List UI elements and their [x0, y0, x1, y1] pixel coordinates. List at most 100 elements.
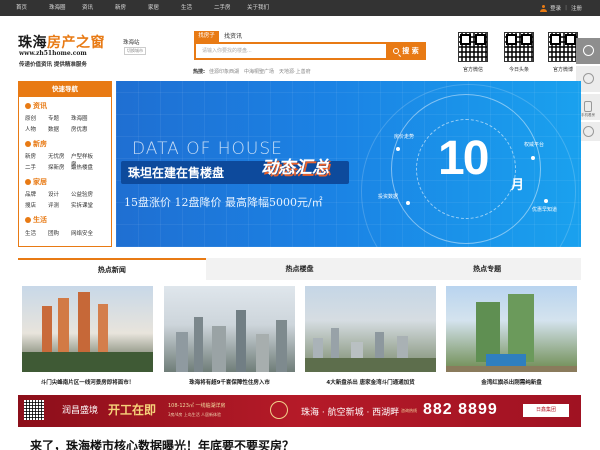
- search-icon: [393, 48, 400, 54]
- hot-term[interactable]: 天地源·上善府: [279, 68, 311, 75]
- city-switch-button[interactable]: 切换城市: [124, 47, 146, 55]
- quick-link[interactable]: 公益验房: [71, 190, 94, 198]
- top-nav-newhouse[interactable]: 新房: [115, 0, 148, 16]
- building-model: [98, 304, 108, 352]
- logo-text-b: 房产之窗: [47, 35, 105, 51]
- quick-link[interactable]: 房优惠: [71, 125, 94, 133]
- city-building: [256, 334, 269, 372]
- banner-node: [406, 201, 410, 205]
- quick-link[interactable]: 珠海圈: [71, 114, 94, 122]
- quick-link[interactable]: 最热楼盘: [71, 163, 94, 171]
- search-button[interactable]: 搜 索: [386, 42, 426, 60]
- hot-tabs: 热点新闻 热点楼盘 热点专题: [18, 258, 581, 280]
- tab-hot-properties[interactable]: 热点楼盘: [206, 258, 394, 280]
- city-building: [212, 326, 226, 372]
- quick-link[interactable]: 团购: [48, 229, 71, 237]
- qr-caption: 今日头条: [508, 67, 529, 73]
- logo-url: www.zh51home.com: [19, 50, 87, 57]
- quick-link[interactable]: 生活: [25, 229, 48, 237]
- quick-link[interactable]: 实拆课堂: [71, 201, 94, 209]
- building-model: [78, 292, 90, 352]
- news-caption[interactable]: 金湾红旗杀出刚需纯新盘: [442, 378, 581, 386]
- hero-banner[interactable]: DATA OF HOUSE 珠坦在建在售楼盘 动态汇总 15盘涨价 12盘降价 …: [116, 81, 581, 247]
- login-link[interactable]: 登录: [550, 4, 561, 12]
- bullet-icon: [25, 217, 31, 223]
- ad-qr-code: [24, 400, 44, 420]
- banner-month-number: 10: [438, 132, 489, 185]
- section-title: 资讯: [33, 102, 47, 110]
- top-nav-zhuhaiquan[interactable]: 珠海圈: [49, 0, 82, 16]
- construction-building: [476, 302, 500, 362]
- hot-term[interactable]: 佳源印象西湖: [209, 68, 239, 75]
- quick-link[interactable]: 设计: [48, 190, 71, 198]
- ad-brand: 润昌盛境: [62, 406, 99, 416]
- ad-phone-label: 咨询热线: [401, 408, 417, 413]
- city-building: [194, 317, 203, 372]
- hot-term[interactable]: 中海桐聖广场: [244, 68, 274, 75]
- top-nav-life[interactable]: 生活: [181, 0, 214, 16]
- news-image-4[interactable]: [446, 286, 577, 372]
- section-home-furnishing[interactable]: 家居: [25, 177, 47, 187]
- tab-hot-topics[interactable]: 热点专题: [393, 258, 581, 280]
- news-image-1[interactable]: [22, 286, 153, 372]
- news-caption[interactable]: 4大新盘杀出 唐家金湾斗门通通加货: [301, 378, 440, 386]
- link-row: 品牌 设计 公益验房: [25, 190, 94, 198]
- tab-hot-news[interactable]: 热点新闻: [18, 258, 206, 280]
- search-tab-house[interactable]: 找房子: [194, 31, 219, 42]
- ad-phone: 882 8899: [423, 401, 498, 418]
- quick-link[interactable]: 评测: [48, 201, 71, 209]
- news-image-3[interactable]: [305, 286, 436, 372]
- top-nav-home[interactable]: 首页: [16, 0, 49, 16]
- link-row: 原创 专题 珠海圈: [25, 114, 94, 122]
- ad-banner[interactable]: 润昌盛境 开工在即 108-123㎡ 一线临湖洋房 3房/4房 上岛生活 人居新…: [18, 395, 581, 427]
- section-title: 新房: [33, 140, 47, 148]
- quick-link[interactable]: 二手: [25, 163, 48, 171]
- logo-text-a: 珠海: [18, 35, 47, 51]
- banner-label: 房价走势: [394, 134, 415, 140]
- hot-searches: 热搜: 佳源印象西湖 中海桐聖广场 天地源·上善府: [193, 68, 316, 75]
- news-caption[interactable]: 珠海将有超9千套保障性住房入市: [160, 378, 299, 386]
- quick-link[interactable]: 搜店: [25, 201, 48, 209]
- headline-link[interactable]: 来了，珠海楼市核心数据曝光！年底要不要买房？: [30, 437, 294, 450]
- quick-link[interactable]: 网络安全: [71, 229, 94, 237]
- float-share-button[interactable]: [576, 38, 600, 65]
- search-tab-news[interactable]: 找资讯: [224, 31, 242, 42]
- section-news[interactable]: 资讯: [25, 101, 47, 111]
- top-nav-home-furnishing[interactable]: 家居: [148, 0, 181, 16]
- quick-link[interactable]: 数据: [48, 125, 71, 133]
- register-link[interactable]: 注册: [571, 4, 582, 12]
- news-image-2[interactable]: [164, 286, 295, 372]
- ad-headline: 开工在即: [108, 403, 157, 417]
- model-base: [22, 352, 153, 372]
- search-input[interactable]: 请输入你要找的楼盘...: [194, 42, 388, 60]
- section-newhouse[interactable]: 新房: [25, 139, 47, 149]
- share-icon: [583, 45, 594, 56]
- banner-node: [544, 199, 548, 203]
- city-building: [176, 332, 188, 372]
- phone-icon: [584, 101, 592, 112]
- top-bar: 首页 珠海圈 资讯 新房 家居 生活 二手房 关于我们 登录 | 注册: [0, 0, 600, 16]
- site-logo[interactable]: 珠海房产之窗: [18, 32, 105, 52]
- quick-link[interactable]: 原创: [25, 114, 48, 122]
- qr-code-weibo: [548, 32, 578, 62]
- top-nav-about[interactable]: 关于我们: [247, 0, 280, 16]
- top-nav-news[interactable]: 资讯: [82, 0, 115, 16]
- banner-tag: 动态汇总: [261, 158, 329, 178]
- user-icon: [540, 4, 548, 12]
- quick-link[interactable]: 人物: [25, 125, 48, 133]
- quick-link[interactable]: 探新房: [48, 163, 71, 171]
- section-life[interactable]: 生活: [25, 215, 47, 225]
- bullet-icon: [25, 103, 31, 109]
- top-nav-secondhand[interactable]: 二手房: [214, 0, 247, 16]
- quick-link[interactable]: 品牌: [25, 190, 48, 198]
- ad-developer-logo: 日鑫集团: [523, 404, 569, 417]
- link-row: 搜店 评测 实拆课堂: [25, 201, 94, 209]
- news-caption[interactable]: 斗门尖峰南片区一线河景房即将面市！: [18, 378, 157, 386]
- search-button-label: 搜 索: [402, 47, 419, 55]
- ad-small: 3房/4房 上岛生活 人居新体验: [168, 412, 221, 417]
- ground: [305, 358, 436, 372]
- banner-label: 投资数据: [378, 194, 399, 200]
- quick-link[interactable]: 专题: [48, 114, 71, 122]
- arrow-up-icon: [583, 126, 594, 137]
- ad-area: 108-123㎡ 一线临湖洋房: [168, 403, 226, 409]
